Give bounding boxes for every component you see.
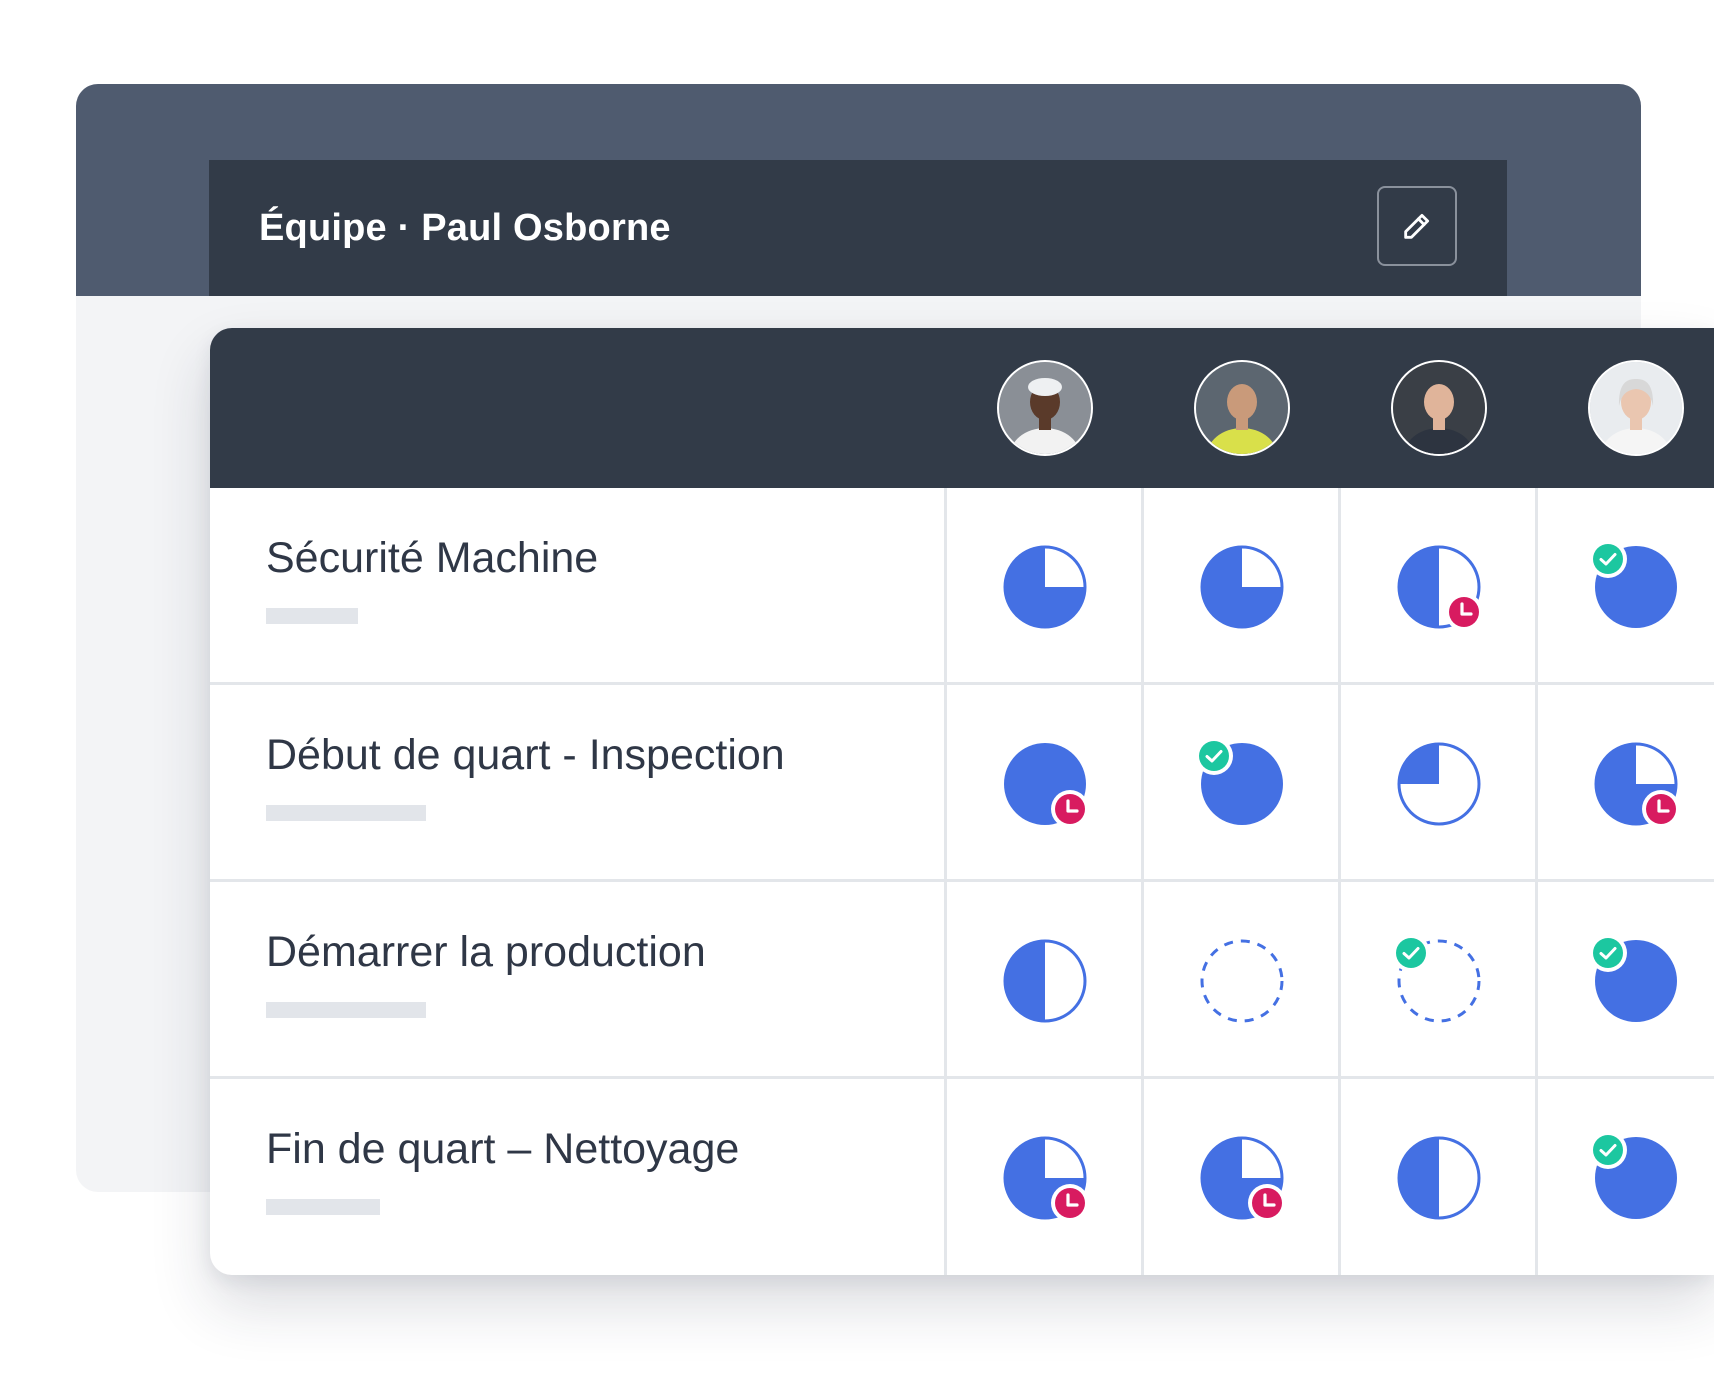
complete-check-icon — [1588, 933, 1627, 972]
checklist-row[interactable]: Début de quart - Inspection — [210, 685, 1714, 882]
checklist-row[interactable]: Fin de quart – Nettoyage — [210, 1079, 1714, 1275]
progress-pie-icon — [1594, 742, 1680, 828]
progress-full-icon — [1194, 736, 1283, 825]
status-cell[interactable] — [1537, 685, 1714, 882]
status-cell[interactable] — [1143, 488, 1340, 685]
checklist-row-label: Fin de quart – Nettoyage — [266, 1125, 740, 1173]
checklist-row-label: Sécurité Machine — [266, 534, 599, 582]
status-cell[interactable] — [1143, 685, 1340, 882]
complete-check-icon — [1588, 539, 1627, 578]
progress-pie-icon — [1397, 1136, 1480, 1219]
progress-pie-icon — [1200, 1136, 1286, 1222]
avatar-worker-1[interactable] — [996, 360, 1093, 456]
progress-empty-icon — [1200, 939, 1283, 1022]
progress-pie-icon — [1200, 545, 1283, 628]
status-cell[interactable] — [1537, 882, 1714, 1079]
row-placeholder-bar — [266, 1199, 380, 1215]
progress-full-icon — [1588, 933, 1677, 1022]
progress-full-icon — [1003, 742, 1089, 828]
progress-full-icon — [1588, 539, 1677, 628]
status-cell[interactable] — [1340, 488, 1537, 685]
complete-check-icon — [1391, 933, 1430, 972]
team-members-header — [210, 328, 1714, 488]
status-cell[interactable] — [1340, 685, 1537, 882]
team-title-bar: Équipe · Paul Osborne — [209, 160, 1507, 296]
complete-check-icon — [1588, 1130, 1627, 1169]
checklist-row[interactable]: Démarrer la production — [210, 882, 1714, 1079]
checklist-row[interactable]: Sécurité Machine — [210, 488, 1714, 685]
progress-pie-icon — [1003, 939, 1086, 1022]
status-cell[interactable] — [1537, 1079, 1714, 1275]
row-placeholder-bar — [266, 1002, 426, 1018]
avatar-worker-2[interactable] — [1193, 360, 1290, 456]
row-placeholder-bar — [266, 608, 358, 624]
column-divider — [1535, 488, 1538, 1275]
avatar-worker-4[interactable] — [1587, 360, 1684, 456]
complete-check-icon — [1194, 736, 1233, 775]
progress-pie-icon — [1397, 742, 1480, 825]
checklist-row-label: Démarrer la production — [266, 928, 706, 976]
status-cell[interactable] — [946, 685, 1143, 882]
status-cell[interactable] — [946, 1079, 1143, 1275]
checklist-matrix: Sécurité Machine Début de quart - Inspect… — [210, 328, 1714, 1275]
progress-pie-icon — [1003, 1136, 1089, 1222]
overdue-clock-icon — [1444, 592, 1483, 631]
status-cell[interactable] — [1537, 488, 1714, 685]
progress-pie-icon — [1397, 545, 1483, 631]
progress-empty-icon — [1391, 933, 1480, 1022]
overdue-clock-icon — [1247, 1183, 1286, 1222]
status-cell[interactable] — [1340, 882, 1537, 1079]
overdue-clock-icon — [1641, 789, 1680, 828]
status-cell[interactable] — [1340, 1079, 1537, 1275]
progress-pie-icon — [1003, 545, 1086, 628]
overdue-clock-icon — [1050, 1183, 1089, 1222]
status-cell[interactable] — [946, 488, 1143, 685]
row-placeholder-bar — [266, 805, 426, 821]
column-divider — [944, 488, 947, 1275]
team-title: Équipe · Paul Osborne — [259, 207, 671, 249]
edit-button[interactable] — [1377, 186, 1457, 266]
column-divider — [1338, 488, 1341, 1275]
status-cell[interactable] — [1143, 1079, 1340, 1275]
status-cell[interactable] — [946, 882, 1143, 1079]
column-divider — [1141, 488, 1144, 1275]
avatar-worker-3[interactable] — [1390, 360, 1487, 456]
status-cell[interactable] — [1143, 882, 1340, 1079]
progress-full-icon — [1588, 1130, 1677, 1219]
checklist-row-label: Début de quart - Inspection — [266, 731, 785, 779]
pencil-icon — [1404, 213, 1430, 239]
overdue-clock-icon — [1050, 789, 1089, 828]
